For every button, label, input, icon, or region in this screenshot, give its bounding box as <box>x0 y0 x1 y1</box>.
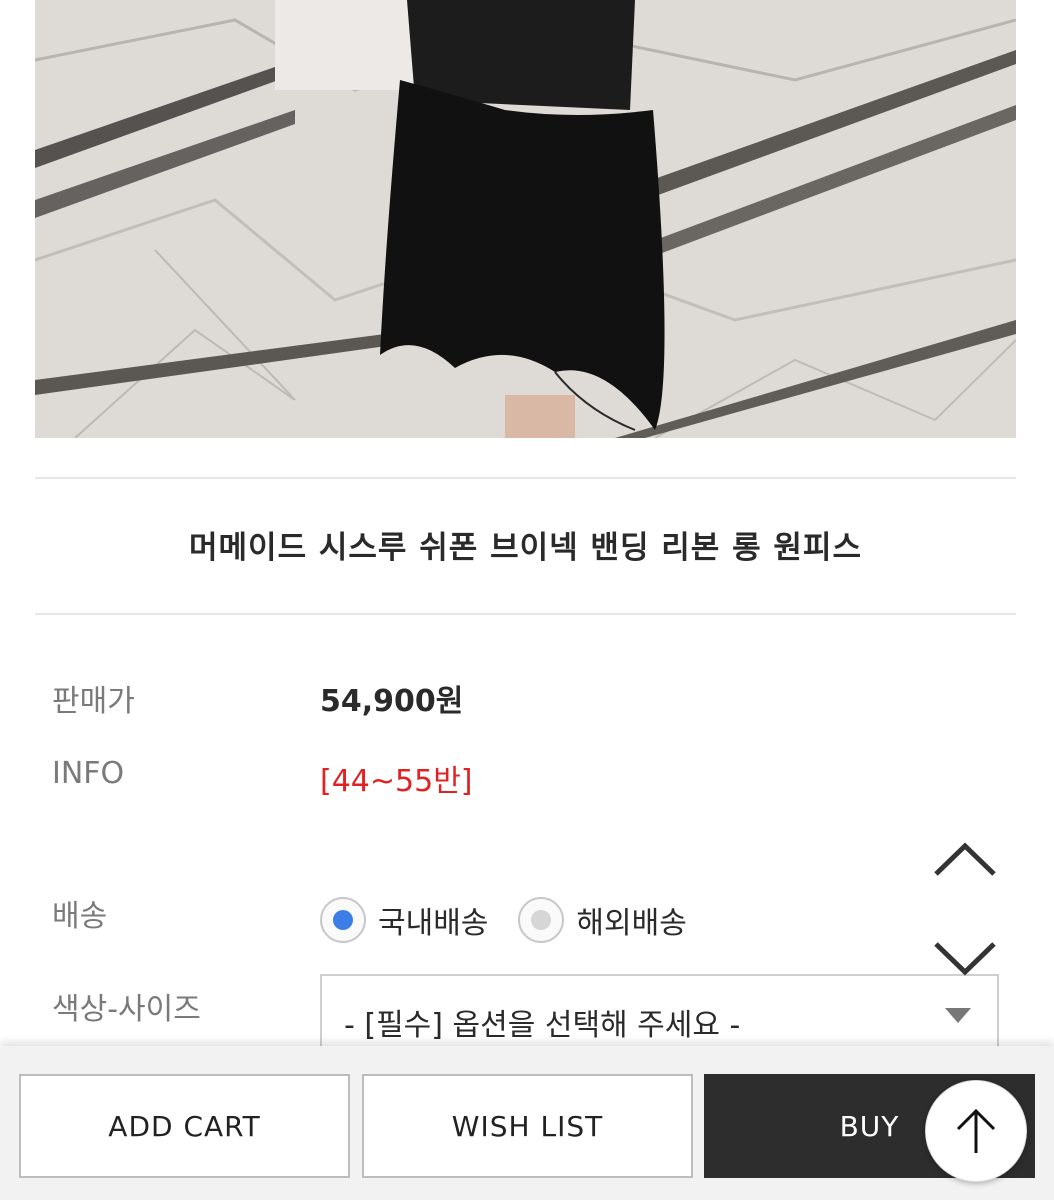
divider-bottom <box>35 613 1016 615</box>
divider-top <box>35 477 1016 479</box>
radio-dot-selected <box>333 910 353 930</box>
caret-down-icon <box>945 1008 971 1023</box>
shipping-radio-group: 국내배송 해외배송 <box>320 897 717 943</box>
radio-label-domestic[interactable]: 국내배송 <box>378 898 488 942</box>
radio-dot <box>531 910 552 930</box>
radio-overseas[interactable] <box>518 897 565 943</box>
product-title: 머메이드 시스루 쉬폰 브이넥 밴딩 리본 롱 원피스 <box>189 530 862 566</box>
add-cart-button[interactable]: ADD CART <box>19 1074 350 1178</box>
option-select-value: - [필수] 옵션을 선택해 주세요 - <box>344 1008 741 1043</box>
shipping-label: 배송 <box>52 899 108 934</box>
wish-list-button[interactable]: WISH LIST <box>362 1074 693 1178</box>
option-label: 색상-사이즈 <box>52 992 201 1027</box>
info-value: [44~55반] <box>320 764 473 799</box>
radio-label-overseas[interactable]: 해외배송 <box>576 898 686 942</box>
chevron-up-icon[interactable] <box>932 840 998 880</box>
price-value: 54,900원 <box>320 684 464 719</box>
product-photo <box>35 0 1016 438</box>
option-select[interactable]: - [필수] 옵션을 선택해 주세요 - <box>320 974 999 1054</box>
product-photo-graphic <box>35 0 1016 438</box>
price-label: 판매가 <box>52 684 135 719</box>
arrow-up-icon <box>956 1108 996 1153</box>
info-label: INFO <box>52 756 125 791</box>
chevron-down-icon[interactable] <box>932 938 998 978</box>
radio-domestic[interactable] <box>320 897 366 943</box>
back-to-top-button[interactable] <box>925 1080 1027 1182</box>
